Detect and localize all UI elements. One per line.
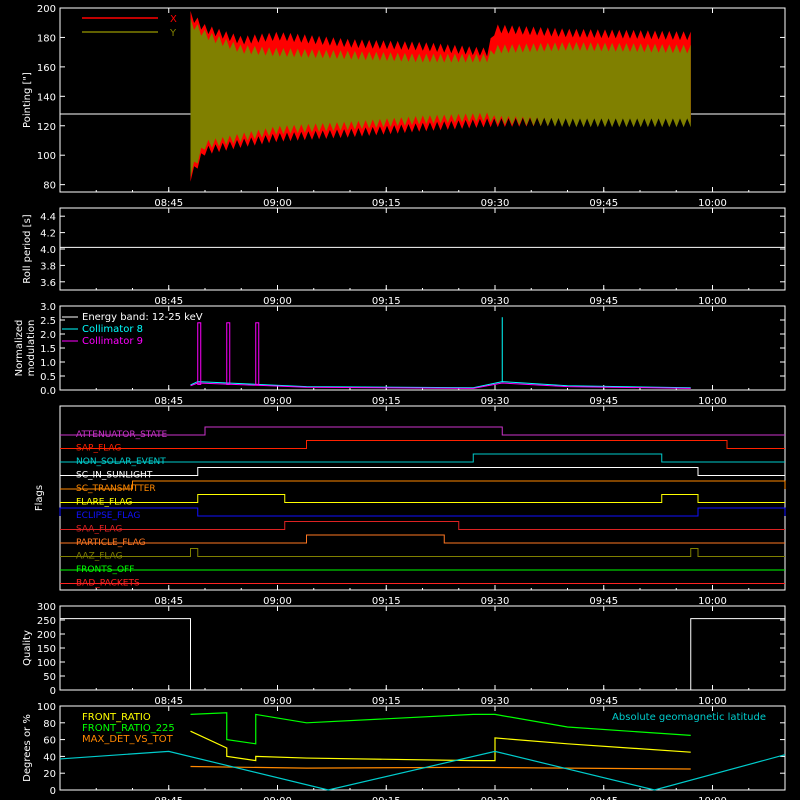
x-tick-label: 08:45 (154, 296, 183, 307)
x-tick-label: 10:00 (698, 796, 727, 800)
y-tick-label: 3.8 (40, 261, 56, 272)
y-tick-label: 140 (37, 92, 56, 103)
x-tick-label: 09:30 (481, 198, 510, 209)
x-tick-label: 09:45 (589, 396, 618, 407)
flag-label-sap_flag: SAP_FLAG (76, 444, 121, 454)
y-axis-label: Quality (22, 630, 33, 666)
y-tick-label: 4.2 (40, 229, 56, 240)
x-tick-label: 09:15 (372, 696, 401, 707)
x-tick-label: 09:00 (263, 296, 292, 307)
x-tick-label: 09:00 (263, 796, 292, 800)
legend-max-det-vs-tot: MAX_DET_VS_TOT (82, 734, 174, 745)
flag-label-sc_transmitter: SC_TRANSMITTER (76, 484, 156, 494)
x-tick-label: 09:15 (372, 396, 401, 407)
y-axis-label: Roll period [s] (22, 214, 33, 283)
y-tick-label: 100 (37, 702, 56, 713)
legend-x-label: X (170, 14, 177, 25)
flag-label-aaz_flag: AAZ_FLAG (76, 552, 123, 562)
flag-label-bad_packets: BAD_PACKETS (76, 579, 140, 589)
y-tick-label: 80 (43, 719, 56, 730)
y-tick-label: 2.0 (40, 330, 56, 341)
legend-collimator-8: Collimator 8 (82, 324, 143, 335)
y-tick-label: 180 (37, 33, 56, 44)
x-tick-label: 09:30 (481, 596, 510, 607)
y-tick-label: 3.0 (40, 302, 56, 313)
x-tick-label: 10:00 (698, 596, 727, 607)
y-tick-label: 80 (43, 181, 56, 192)
y-tick-label: 120 (37, 122, 56, 133)
y-tick-label: 150 (37, 644, 56, 655)
x-tick-label: 09:15 (372, 796, 401, 800)
x-tick-label: 09:45 (589, 796, 618, 800)
flag-label-attenuator_state: ATTENUATOR_STATE (76, 430, 168, 440)
y-tick-label: 0 (50, 786, 56, 797)
y-axis-label: Flags (34, 485, 45, 511)
y-tick-label: 50 (43, 672, 56, 683)
y-axis-label: Degrees or % (22, 714, 33, 782)
y-tick-label: 300 (37, 602, 56, 613)
y-axis-label: modulation (26, 320, 37, 377)
x-tick-label: 09:30 (481, 696, 510, 707)
x-tick-label: 10:00 (698, 296, 727, 307)
y-tick-label: 200 (37, 630, 56, 641)
x-tick-label: 09:15 (372, 198, 401, 209)
y-tick-label: 1.5 (40, 344, 56, 355)
legend-collimator-9: Collimator 9 (82, 336, 143, 347)
x-tick-label: 09:30 (481, 296, 510, 307)
flag-label-eclipse_flag: ECLIPSE_FLAG (76, 511, 140, 521)
x-tick-label: 08:45 (154, 198, 183, 209)
x-tick-label: 10:00 (698, 198, 727, 209)
flag-label-flare_flag: FLARE_FLAG (76, 498, 132, 508)
x-tick-label: 09:00 (263, 696, 292, 707)
y-tick-label: 200 (37, 4, 56, 15)
flag-label-sc_in_sunlight: SC_IN_SUNLIGHT (76, 471, 153, 481)
x-tick-label: 08:45 (154, 696, 183, 707)
y-tick-label: 0.5 (40, 372, 56, 383)
legend-energy-band: Energy band: 12-25 keV (82, 312, 203, 323)
x-tick-label: 09:15 (372, 596, 401, 607)
x-tick-label: 09:30 (481, 796, 510, 800)
flag-label-saa_flag: SAA_FLAG (76, 525, 122, 535)
y-tick-label: 20 (43, 769, 56, 780)
x-tick-label: 10:00 (698, 696, 727, 707)
y-axis-label: Pointing ["] (22, 72, 33, 128)
legend-front-ratio-225: FRONT_RATIO_225 (82, 723, 175, 734)
y-tick-label: 60 (43, 736, 56, 747)
y-tick-label: 40 (43, 752, 56, 763)
y-tick-label: 0.0 (40, 386, 56, 397)
legend-y-label: Y (169, 28, 177, 39)
x-tick-label: 09:45 (589, 198, 618, 209)
x-tick-label: 09:00 (263, 396, 292, 407)
x-tick-label: 08:45 (154, 796, 183, 800)
y-tick-label: 100 (37, 658, 56, 669)
y-tick-label: 2.5 (40, 316, 56, 327)
x-tick-label: 09:00 (263, 596, 292, 607)
y-tick-label: 250 (37, 616, 56, 627)
legend-front-ratio: FRONT_RATIO (82, 712, 151, 723)
x-tick-label: 09:15 (372, 296, 401, 307)
y-tick-label: 0 (50, 686, 56, 697)
y-tick-label: 4.4 (40, 212, 56, 223)
x-tick-label: 09:45 (589, 596, 618, 607)
x-tick-label: 10:00 (698, 396, 727, 407)
y-tick-label: 3.6 (40, 278, 56, 289)
x-tick-label: 09:45 (589, 296, 618, 307)
flag-label-particle_flag: PARTICLE_FLAG (76, 538, 146, 548)
x-tick-label: 08:45 (154, 596, 183, 607)
x-tick-label: 09:45 (589, 696, 618, 707)
x-tick-label: 08:45 (154, 396, 183, 407)
y-tick-label: 4.0 (40, 245, 56, 256)
y-tick-label: 100 (37, 151, 56, 162)
y-tick-label: 1.0 (40, 358, 56, 369)
x-tick-label: 09:00 (263, 198, 292, 209)
flag-label-fronts_off: FRONTS_OFF (76, 565, 134, 575)
flag-label-non_solar_event: NON_SOLAR_EVENT (76, 457, 166, 467)
y-tick-label: 160 (37, 63, 56, 74)
y-axis-label: Normalized (14, 320, 25, 377)
orbit-summary-plots: 08:45 09:00 09:15 09:30 09:45 10:00 80 100 120 14… (0, 0, 800, 800)
legend-geomagnetic-latitude: Absolute geomagnetic latitude (612, 712, 766, 723)
x-tick-label: 09:30 (481, 396, 510, 407)
